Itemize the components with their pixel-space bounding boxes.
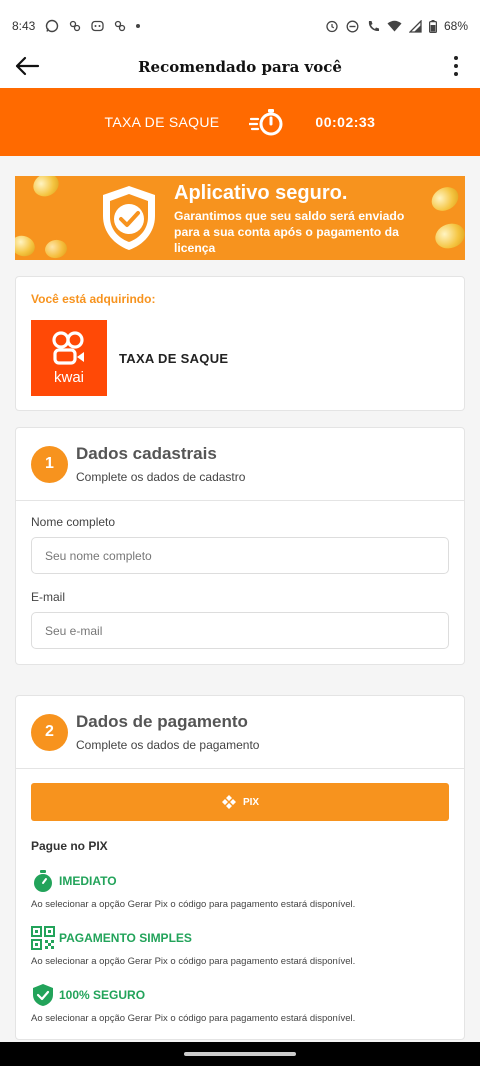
kwai-logo-icon [52,330,84,365]
step-subtitle: Complete os dados de cadastro [76,470,246,484]
pay-with-pix-title: Pague no PIX [31,839,108,853]
payment-card: 2 Dados de pagamento Complete os dados d… [15,695,465,1040]
feature-description: Ao selecionar a opção Gerar Pix o código… [31,956,356,967]
call-icon [368,21,379,32]
feature-item: PAGAMENTO SIMPLES Ao selecionar a opção … [31,926,449,967]
feature-title: IMEDIATO [59,874,117,888]
step-subtitle: Complete os dados de pagamento [76,738,260,752]
timer-label: TAXA DE SAQUE [104,114,220,130]
app-bar: Recomendado para você [0,52,480,88]
dot-icon [136,24,141,28]
feature-item: 100% SEGURO Ao selecionar a opção Gerar … [31,983,449,1024]
app-icon [115,20,126,32]
feature-title: PAGAMENTO SIMPLES [59,931,192,945]
email-label: E-mail [31,590,66,604]
coin-decoration [427,182,463,216]
status-time: 8:43 [12,19,36,33]
feature-description: Ao selecionar a opção Gerar Pix o código… [31,899,356,910]
product-row: kwai TAXA DE SAQUE [31,320,449,396]
status-bar: 8:43 68% [0,0,480,52]
qr-code-icon [31,926,55,950]
product-name: TAXA DE SAQUE [119,350,229,366]
step-number-badge: 1 [31,445,68,483]
step-title: Dados de pagamento [76,712,248,731]
timer-banner: TAXA DE SAQUE 00:02:33 [0,88,480,156]
banner-title: Aplicativo seguro. [174,182,348,204]
name-label: Nome completo [31,515,116,529]
wifi-icon [387,20,402,32]
battery-icon [428,19,437,33]
step-number-badge: 2 [31,713,68,751]
kwai-logo: kwai [31,320,107,396]
pix-payment-button[interactable]: PIX [31,783,449,821]
system-navigation-bar [0,1042,480,1066]
purchase-label: Você está adquirindo: [31,292,156,306]
stopwatch-icon [249,109,283,136]
registration-header: 1 Dados cadastrais Complete os dados de … [16,428,464,501]
page-title: Recomendado para você [138,58,342,76]
payment-header: 2 Dados de pagamento Complete os dados d… [16,696,464,769]
coin-decoration [15,232,38,260]
home-gesture-handle[interactable] [184,1052,296,1056]
pix-button-label: PIX [242,796,260,808]
coin-decoration [29,176,63,201]
secure-app-banner: Aplicativo seguro. Garantimos que seu sa… [15,176,465,260]
feature-description: Ao selecionar a opção Gerar Pix o código… [31,1013,356,1024]
timer-countdown: 00:02:33 [315,114,376,130]
checkout-content: Aplicativo seguro. Garantimos que seu sa… [0,156,480,1040]
battery-percent: 68% [443,19,468,33]
notification-icon [91,20,105,32]
full-name-input[interactable] [31,537,449,574]
shield-check-icon [99,184,159,252]
feature-title: 100% SEGURO [59,988,146,1002]
email-input[interactable] [31,612,449,649]
shield-check-icon [33,984,53,1006]
kwai-logo-text: kwai [53,368,84,386]
app-icon [70,20,81,32]
step-title: Dados cadastrais [76,444,217,463]
banner-description: Garantimos que seu saldo será enviado pa… [174,209,405,255]
stopwatch-icon [34,870,52,892]
signal-icon [408,19,422,33]
alarm-icon [326,20,338,33]
dnd-icon [346,20,359,32]
feature-item: IMEDIATO Ao selecionar a opção Gerar Pix… [31,869,449,910]
coin-decoration [43,238,69,260]
whatsapp-icon [46,19,59,33]
coin-decoration [431,219,465,253]
pix-icon [221,795,236,809]
registration-card: 1 Dados cadastrais Complete os dados de … [15,427,465,665]
purchase-summary-card: Você está adquirindo: kwai TAXA DE SAQUE [15,276,465,411]
